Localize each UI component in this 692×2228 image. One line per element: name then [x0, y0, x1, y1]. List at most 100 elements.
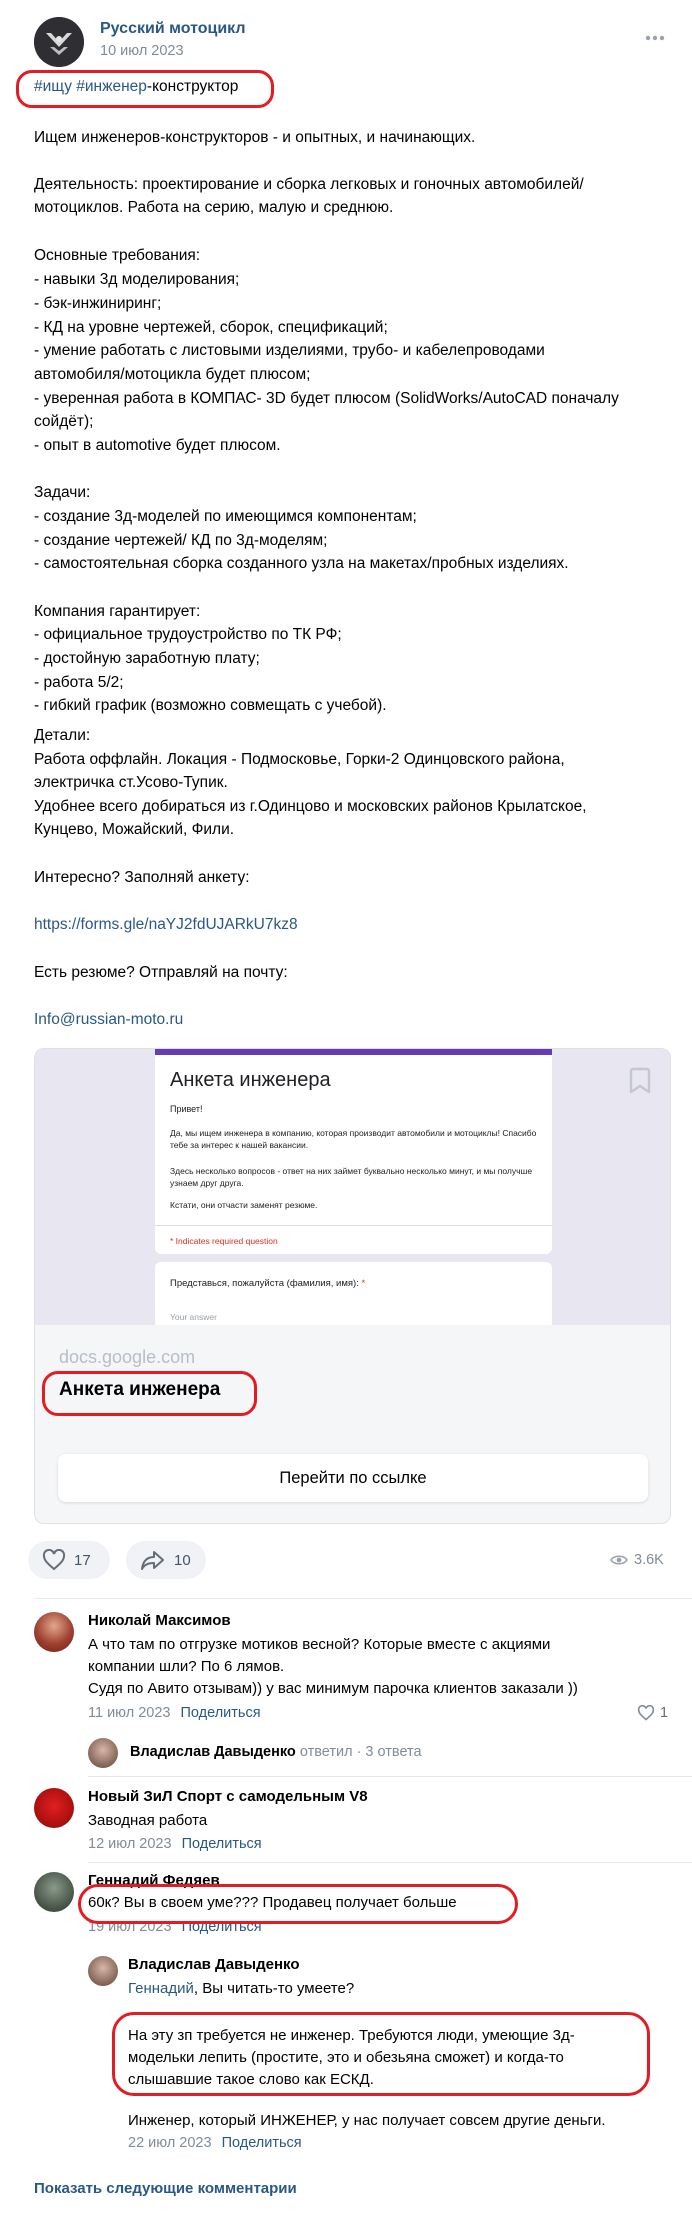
follow-link-label: Перейти по ссылке — [279, 1468, 427, 1487]
reply-first-line: Геннадий, Вы читать-то умеете? — [128, 1978, 354, 1999]
post-line: Детали: — [34, 727, 91, 744]
form-greeting: Привет! — [170, 1104, 203, 1114]
comment-like-count: 1 — [660, 1705, 669, 1721]
avatar[interactable] — [34, 1872, 74, 1912]
eye-icon — [610, 1555, 628, 1565]
divider — [34, 1598, 692, 1599]
comment-share-link[interactable]: Поделиться — [182, 1836, 262, 1852]
reply-info[interactable]: ответил · 3 ответа — [300, 1744, 422, 1760]
community-name[interactable]: Русский мотоцикл — [100, 20, 246, 38]
form-card-main: Анкета инженера Привет! Да, мы ищем инже… — [155, 1049, 552, 1254]
form-question: Представься, пожалуйста (фамилия, имя): … — [170, 1278, 365, 1289]
post-line: Кунцево, Можайский, Фили. — [34, 821, 235, 838]
post-line: - достойную заработную плату; — [34, 650, 260, 667]
tag-suffix: -конструктор — [146, 78, 239, 95]
post-line: - гибкий график (возможно совмещать с уч… — [34, 697, 387, 714]
comment-like-button[interactable]: 1 — [637, 1705, 668, 1721]
snippet-preview: Анкета инженера Привет! Да, мы ищем инже… — [35, 1049, 670, 1325]
comment-text: 60к? Вы в своем уме??? Продавец получает… — [88, 1894, 457, 1911]
avatar[interactable] — [34, 1788, 74, 1828]
reply-text: модельки лепить (простите, это и обезьян… — [128, 2049, 564, 2066]
more-dots-icon[interactable] — [644, 30, 666, 41]
comment-date[interactable]: 11 июл 2023 — [88, 1705, 170, 1721]
form-paragraph: Да, мы ищем инженера в компанию, которая… — [170, 1128, 537, 1150]
post-line: мотоциклов. Работа на серию, малую и сре… — [34, 199, 394, 216]
reply-share-link[interactable]: Поделиться — [222, 2135, 302, 2151]
comment-date[interactable]: 19 июл 2023 — [88, 1919, 172, 1935]
reply-text: На эту зп требуется не инженер. Требуютс… — [128, 2027, 575, 2044]
reply-author[interactable]: Владислав Давыденко — [130, 1744, 296, 1760]
post-line: - умение работать с листовыми изделиями,… — [34, 342, 545, 359]
hashtag-engineer[interactable]: #инженер — [76, 78, 147, 95]
comment-share-link[interactable]: Поделиться — [180, 1705, 260, 1721]
post-line: - самостоятельная сборка созданного узла… — [34, 555, 569, 572]
snippet-title[interactable]: Анкета инженера — [59, 1379, 220, 1401]
comment-author[interactable]: Новый ЗиЛ Спорт с самодельным V8 — [88, 1788, 368, 1805]
show-more-comments-link[interactable]: Показать следующие комментарии — [34, 2180, 297, 2197]
post-line: Ищем инженеров-конструкторов - и опытных… — [34, 129, 476, 146]
reply-author[interactable]: Владислав Давыденко — [128, 1956, 300, 1973]
community-logo-icon — [34, 17, 84, 67]
post-line: Основные требования: — [34, 247, 201, 264]
community-avatar[interactable] — [34, 17, 84, 67]
views-counter: 3.6K — [610, 1552, 664, 1568]
comment-meta: 19 июл 2023 Поделиться — [88, 1919, 262, 1935]
post-date[interactable]: 10 июл 2023 — [100, 43, 184, 59]
reply-meta: 22 июл 2023 Поделиться — [128, 2135, 302, 2151]
post-line: Удобнее всего добираться из г.Одинцово и… — [34, 798, 587, 815]
link-snippet[interactable]: Анкета инженера Привет! Да, мы ищем инже… — [34, 1048, 671, 1524]
post-line: - КД на уровне чертежей, сборок, специфи… — [34, 319, 388, 336]
post-line: Есть резюме? Отправляй на почту: — [34, 964, 288, 981]
post-line: - создание чертежей/ КД по 3д-моделям; — [34, 532, 328, 549]
hashtag-search[interactable]: #ищу — [34, 78, 72, 95]
post-line: - создание 3д-моделей по имеющимся компо… — [34, 508, 417, 525]
post-line: - официальное трудоустройство по ТК РФ; — [34, 626, 342, 643]
post-line: - навыки 3д моделирования; — [34, 271, 240, 288]
email-link[interactable]: Info@russian-moto.ru — [34, 1010, 183, 1030]
follow-link-button[interactable]: Перейти по ссылке — [58, 1454, 648, 1502]
avatar[interactable] — [88, 1956, 118, 1986]
post-line: автомобиля/мотоцикла будет плюсом; — [34, 366, 311, 383]
snippet-domain: docs.google.com — [59, 1347, 196, 1367]
divider — [88, 1862, 692, 1863]
views-count: 3.6K — [634, 1552, 664, 1568]
comment-author[interactable]: Николай Максимов — [88, 1612, 231, 1629]
reply-text: слышавшие такое слово как ЕСКД. — [128, 2071, 374, 2088]
comment-text: Заводная работа — [88, 1812, 208, 1829]
form-required-note: * Indicates required question — [170, 1236, 278, 1246]
comment-meta: 12 июл 2023 Поделиться — [88, 1836, 262, 1852]
heart-icon — [42, 1549, 66, 1571]
form-required-star: * — [361, 1278, 366, 1289]
post-line: Работа оффлайн. Локация - Подмосковье, Г… — [34, 751, 565, 768]
comment-share-link[interactable]: Поделиться — [182, 1919, 262, 1935]
reply-mention[interactable]: Геннадий — [128, 1980, 194, 1997]
reply-date[interactable]: 22 июл 2023 — [128, 2135, 212, 2151]
post-line: Компания гарантирует: — [34, 603, 201, 620]
form-answer-placeholder: Your answer — [170, 1312, 217, 1322]
form-question-text: Представься, пожалуйста (фамилия, имя): — [170, 1278, 359, 1289]
comment-text: компании шли? По 6 лямов. — [88, 1658, 285, 1675]
divider — [88, 1776, 692, 1777]
form-title: Анкета инженера — [170, 1069, 331, 1091]
post-line: - бэк-инжиниринг; — [34, 295, 162, 312]
replies-thread-link[interactable]: Владислав Давыденко ответил · 3 ответа — [130, 1744, 422, 1760]
post-line: - работа 5/2; — [34, 674, 124, 691]
heart-icon — [637, 1705, 655, 1721]
comment-text: А что там по отгрузке мотиков весной? Ко… — [88, 1636, 551, 1653]
comment-date[interactable]: 12 июл 2023 — [88, 1836, 172, 1852]
post-line: Задачи: — [34, 484, 91, 501]
like-button[interactable]: 17 — [28, 1541, 110, 1579]
post-line: - уверенная работа в КОМПАС- 3D будет пл… — [34, 390, 619, 407]
share-button[interactable]: 10 — [126, 1541, 206, 1579]
comment-text: Судя по Авито отзывам)) у вас минимум па… — [88, 1680, 578, 1697]
comment-meta: 11 июл 2023 Поделиться — [88, 1705, 261, 1721]
avatar[interactable] — [88, 1738, 118, 1768]
like-count: 17 — [74, 1551, 91, 1569]
reply-first-line-text: , Вы читать-то умеете? — [193, 1980, 355, 1997]
form-link[interactable]: https://forms.gle/naYJ2fdUJARkU7kz8 — [34, 915, 298, 935]
form-divider — [155, 1225, 552, 1226]
comment-author[interactable]: Геннадий Федяев — [88, 1872, 220, 1889]
post-line: - опыт в automotive будет плюсом. — [34, 437, 281, 454]
bookmark-icon[interactable] — [623, 1063, 657, 1097]
avatar[interactable] — [34, 1612, 74, 1652]
